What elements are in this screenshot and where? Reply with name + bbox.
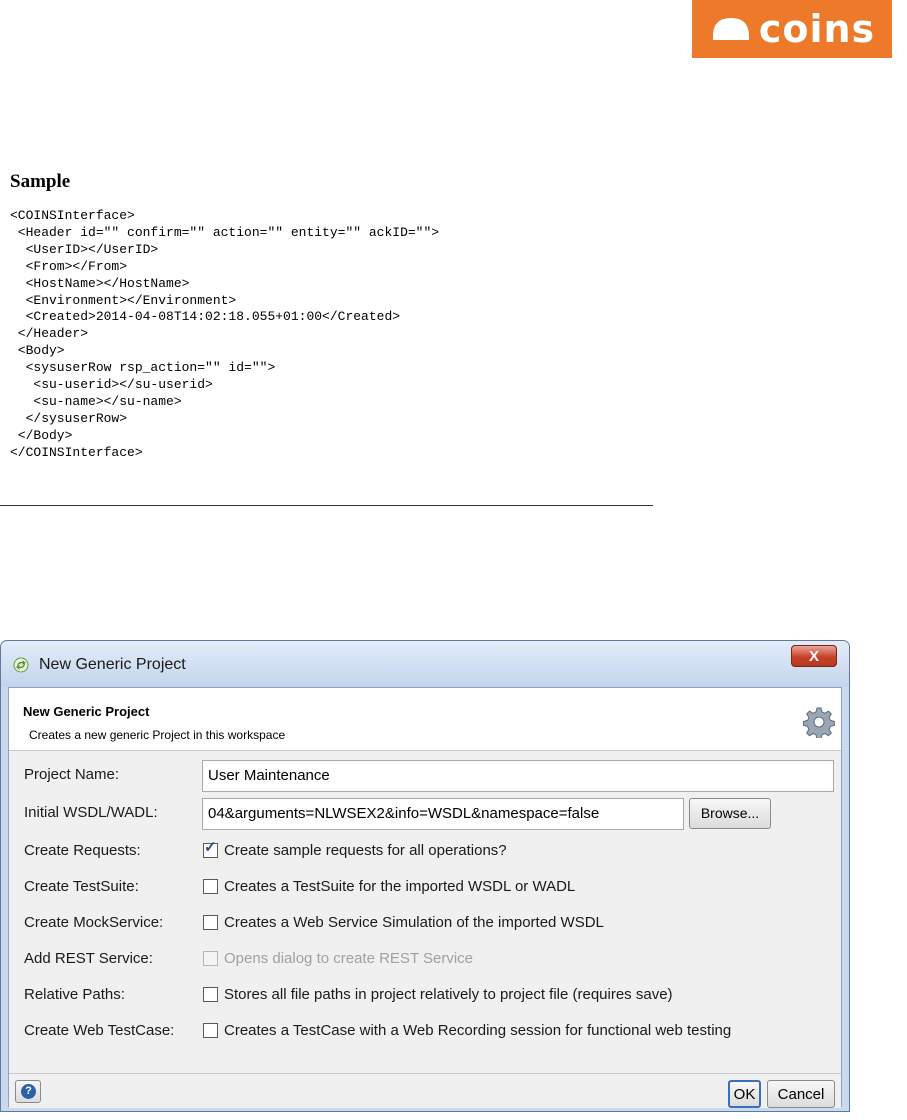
header-subtitle: Creates a new generic Project in this wo… bbox=[29, 728, 286, 742]
option-text: Opens dialog to create REST Service bbox=[224, 950, 474, 967]
sample-heading: Sample bbox=[10, 171, 71, 192]
code-line: <su-userid></su-userid> bbox=[10, 377, 213, 393]
option-row-create-web-testcase: Create Web TestCase: Creates a TestCase … bbox=[9, 1015, 841, 1045]
dialog-titlebar[interactable]: New Generic Project X bbox=[1, 641, 849, 687]
code-line: </Body> bbox=[10, 427, 73, 443]
new-generic-project-dialog: New Generic Project X New Generic Projec… bbox=[0, 640, 850, 1112]
logo-text: coins bbox=[758, 7, 876, 51]
soapui-app-icon bbox=[13, 657, 29, 673]
cancel-button[interactable]: Cancel bbox=[767, 1080, 835, 1108]
initial-wsdl-input[interactable]: 04&arguments=NLWSEX2&info=WSDL&namespace… bbox=[202, 798, 684, 830]
create-mockservice-checkbox[interactable] bbox=[203, 915, 218, 930]
gear-icon bbox=[803, 707, 835, 738]
relative-paths-checkbox[interactable] bbox=[203, 987, 218, 1002]
code-line: </Header> bbox=[10, 326, 89, 342]
project-name-label: Project Name: bbox=[24, 766, 120, 783]
code-line: </COINSInterface> bbox=[10, 444, 143, 460]
ok-button[interactable]: OK bbox=[728, 1080, 761, 1108]
dialog-footer: ? OK Cancel bbox=[9, 1073, 841, 1108]
code-line: <su-name></su-name> bbox=[10, 393, 182, 409]
code-line: <HostName></HostName> bbox=[10, 275, 190, 291]
code-line: <Environment></Environment> bbox=[10, 292, 237, 308]
code-line: <sysuserRow rsp_action="" id=""> bbox=[10, 360, 276, 376]
help-icon: ? bbox=[21, 1084, 36, 1099]
code-line: <Created>2014-04-08T14:02:18.055+01:00</… bbox=[10, 309, 401, 325]
dialog-title: New Generic Project bbox=[39, 656, 186, 673]
option-row-create-mockservice: Create MockService: Creates a Web Servic… bbox=[9, 907, 841, 937]
create-web-testcase-checkbox[interactable] bbox=[203, 1023, 218, 1038]
option-row-create-testsuite: Create TestSuite: Creates a TestSuite fo… bbox=[9, 871, 841, 901]
initial-wsdl-label: Initial WSDL/WADL: bbox=[24, 804, 158, 821]
create-requests-checkbox[interactable]: ✓ bbox=[203, 839, 218, 858]
option-row-add-rest-service: Add REST Service: Opens dialog to create… bbox=[9, 943, 841, 973]
divider bbox=[0, 505, 653, 506]
option-text[interactable]: Creates a Web Service Simulation of the … bbox=[224, 914, 604, 931]
option-label: Create TestSuite: bbox=[24, 878, 139, 895]
option-text[interactable]: Create sample requests for all operation… bbox=[224, 842, 507, 859]
code-line: <Body> bbox=[10, 343, 65, 359]
code-line: <From></From> bbox=[10, 258, 128, 274]
sample-code: <COINSInterface> <Header id="" confirm="… bbox=[10, 208, 439, 462]
create-testsuite-checkbox[interactable] bbox=[203, 879, 218, 894]
option-label: Relative Paths: bbox=[24, 986, 125, 1003]
code-line: </sysuserRow> bbox=[10, 410, 128, 426]
option-row-create-requests: Create Requests: ✓ Create sample request… bbox=[9, 835, 841, 865]
add-rest-service-checkbox bbox=[203, 951, 218, 966]
option-text[interactable]: Stores all file paths in project relativ… bbox=[224, 986, 673, 1003]
option-text[interactable]: Creates a TestCase with a Web Recording … bbox=[224, 1022, 731, 1039]
dialog-header-panel: New Generic Project Creates a new generi… bbox=[9, 688, 841, 751]
checkmark-icon: ✓ bbox=[204, 839, 217, 856]
project-name-input[interactable]: User Maintenance bbox=[202, 760, 834, 792]
option-row-relative-paths: Relative Paths: Stores all file paths in… bbox=[9, 979, 841, 1009]
hard-hat-icon bbox=[712, 18, 749, 40]
close-button[interactable]: X bbox=[791, 645, 837, 667]
coins-logo: coins bbox=[692, 0, 892, 58]
option-label: Create Web TestCase: bbox=[24, 1022, 175, 1039]
option-label: Create MockService: bbox=[24, 914, 164, 931]
option-text[interactable]: Creates a TestSuite for the imported WSD… bbox=[224, 878, 575, 895]
close-icon: X bbox=[808, 647, 819, 665]
code-line: <UserID></UserID> bbox=[10, 241, 159, 257]
browse-button[interactable]: Browse... bbox=[689, 798, 771, 829]
option-label: Add REST Service: bbox=[24, 950, 153, 967]
option-label: Create Requests: bbox=[24, 842, 141, 859]
header-title: New Generic Project bbox=[23, 704, 150, 719]
initial-wsdl-row: Initial WSDL/WADL: 04&arguments=NLWSEX2&… bbox=[9, 797, 841, 830]
project-name-row: Project Name: User Maintenance bbox=[9, 759, 841, 792]
code-line: <Header id="" confirm="" action="" entit… bbox=[10, 224, 440, 240]
dialog-content: New Generic Project Creates a new generi… bbox=[8, 687, 842, 1108]
help-button[interactable]: ? bbox=[15, 1080, 41, 1103]
code-line: <COINSInterface> bbox=[10, 208, 135, 223]
